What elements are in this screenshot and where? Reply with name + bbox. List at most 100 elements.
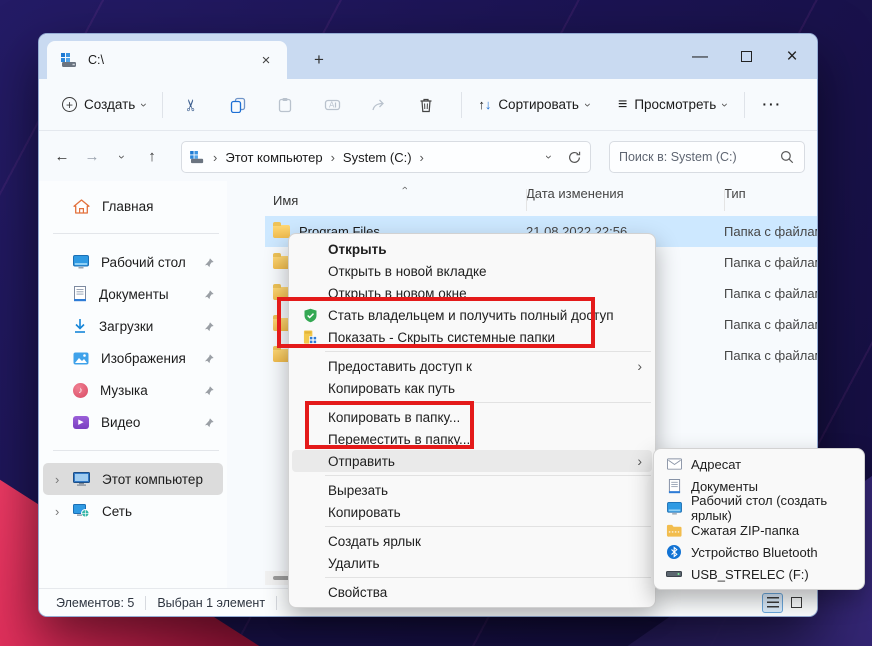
expand-chevron-icon[interactable]: ›	[55, 504, 59, 519]
toolbar-separator	[744, 91, 746, 118]
search-input[interactable]	[619, 150, 780, 164]
sort-ascending-icon: ›	[398, 186, 411, 190]
menu-item-move-to-folder[interactable]: Переместить в папку...	[292, 428, 652, 450]
sidebar-item-videos[interactable]: ▶ Видео	[43, 406, 223, 438]
menu-item-label: Адресат	[691, 456, 742, 472]
breadcrumb-separator: ›	[213, 149, 218, 165]
menu-item-label: Вырезать	[328, 482, 389, 498]
breadcrumb-separator: ›	[330, 149, 335, 165]
history-dropdown-button[interactable]: ›	[107, 148, 137, 165]
item-count: Элементов: 5	[56, 595, 135, 610]
menu-item-label: Копировать в папку...	[328, 409, 461, 425]
sort-button[interactable]: ↑↓ Сортировать ›	[469, 90, 599, 119]
submenu-item-bluetooth-device[interactable]: Устройство Bluetooth	[657, 541, 861, 563]
menu-item-send-to[interactable]: Отправить ›	[292, 450, 652, 472]
minimize-button[interactable]: —	[677, 34, 723, 79]
sidebar-item-desktop[interactable]: Рабочий стол	[43, 246, 223, 278]
address-bar[interactable]: › Этот компьютер › System (C:) › ›	[181, 141, 591, 173]
toolbar-separator	[162, 91, 164, 118]
more-options-button[interactable]: ···	[752, 90, 792, 119]
tab-title: C:\	[88, 53, 104, 67]
large-icons-view-button[interactable]	[786, 593, 807, 613]
column-header-name[interactable]: Имя ›	[265, 186, 526, 214]
sidebar-item-network[interactable]: › Сеть	[43, 495, 223, 527]
column-header-date[interactable]: Дата изменения	[526, 186, 724, 214]
menu-item-open-new-window[interactable]: Открыть в новом окне	[292, 282, 652, 304]
back-button[interactable]: ←	[47, 148, 77, 165]
view-button[interactable]: ≡ Просмотреть ›	[609, 89, 736, 121]
menu-item-copy-to-folder[interactable]: Копировать в папку...	[292, 406, 652, 428]
sidebar-item-music[interactable]: ♪ Музыка	[43, 374, 223, 406]
menu-item-label: Показать - Скрыть системные папки	[328, 329, 556, 345]
new-button[interactable]: + Создать ›	[53, 90, 155, 119]
menu-item-label: Копировать как путь	[328, 380, 456, 396]
forward-button[interactable]: →	[77, 148, 107, 165]
column-separator[interactable]	[724, 189, 725, 211]
menu-item-label: Устройство Bluetooth	[691, 544, 818, 560]
menu-item-take-ownership[interactable]: Стать владельцем и получить полный досту…	[292, 304, 652, 326]
tab-close-icon[interactable]: ×	[255, 49, 277, 71]
new-tab-button[interactable]: +	[305, 46, 333, 74]
sort-icon: ↑↓	[478, 97, 492, 112]
paste-button[interactable]	[268, 90, 302, 120]
menu-item-open[interactable]: Открыть	[292, 238, 652, 260]
menu-item-label: Переместить в папку...	[328, 431, 471, 447]
menu-separator	[325, 526, 651, 527]
trash-icon	[420, 98, 432, 112]
column-separator[interactable]	[526, 189, 527, 211]
submenu-item-zip-folder[interactable]: Сжатая ZIP-папка	[657, 519, 861, 541]
details-view-button[interactable]	[762, 592, 783, 613]
close-button[interactable]: ×	[769, 34, 815, 79]
sidebar-item-home[interactable]: Главная	[43, 191, 223, 221]
breadcrumb-system-c[interactable]: System (C:)	[343, 150, 412, 165]
pin-icon	[204, 321, 214, 331]
refresh-icon[interactable]	[567, 150, 582, 165]
submenu-item-desktop-shortcut[interactable]: Рабочий стол (создать ярлык)	[657, 493, 861, 523]
mail-icon	[666, 458, 682, 470]
sidebar-item-label: Видео	[101, 414, 141, 430]
search-box[interactable]	[609, 141, 805, 173]
copy-button[interactable]	[221, 90, 255, 120]
column-header-type[interactable]: Тип	[724, 186, 817, 214]
menu-separator	[325, 577, 651, 578]
file-type: Папка с файлами	[724, 348, 817, 363]
menu-item-delete[interactable]: Удалить	[292, 552, 652, 574]
sidebar-item-this-pc[interactable]: › Этот компьютер	[43, 463, 223, 495]
submenu-item-mail-recipient[interactable]: Адресат	[657, 453, 861, 475]
bluetooth-icon	[667, 545, 681, 559]
delete-button[interactable]	[409, 90, 443, 120]
drive-icon	[190, 150, 204, 163]
menu-item-create-shortcut[interactable]: Создать ярлык	[292, 530, 652, 552]
sidebar-item-documents[interactable]: Документы	[43, 278, 223, 310]
menu-item-copy[interactable]: Копировать	[292, 501, 652, 523]
menu-item-give-access[interactable]: Предоставить доступ к ›	[292, 355, 652, 377]
menu-item-label: Отправить	[328, 453, 395, 469]
cut-button[interactable]: ✂	[174, 88, 208, 122]
menu-item-properties[interactable]: Свойства	[292, 581, 652, 603]
menu-item-label: Свойства	[328, 584, 388, 600]
tab-c-drive[interactable]: C:\ ×	[47, 41, 287, 79]
sidebar-item-pictures[interactable]: Изображения	[43, 342, 223, 374]
navigation-pane: Главная Рабочий стол Документы Загрузки …	[39, 181, 227, 588]
sidebar-item-label: Музыка	[100, 382, 148, 398]
menu-item-copy-as-path[interactable]: Копировать как путь	[292, 377, 652, 399]
menu-item-show-hide-system-folders[interactable]: Показать - Скрыть системные папки	[292, 326, 652, 348]
menu-separator	[325, 475, 651, 476]
menu-item-open-new-tab[interactable]: Открыть в новой вкладке	[292, 260, 652, 282]
selection-count: Выбран 1 элемент	[157, 595, 266, 610]
maximize-button[interactable]	[723, 34, 769, 79]
submenu-item-usb-drive[interactable]: USB_STRELEC (F:)	[657, 563, 861, 585]
breadcrumb-this-pc[interactable]: Этот компьютер	[225, 150, 322, 165]
large-icons-view-icon	[791, 597, 802, 608]
videos-icon: ▶	[73, 415, 89, 429]
sidebar-item-downloads[interactable]: Загрузки	[43, 310, 223, 342]
maximize-icon	[740, 51, 752, 62]
up-button[interactable]: ↑	[137, 148, 167, 165]
expand-chevron-icon[interactable]: ›	[55, 472, 59, 487]
rename-button[interactable]: A	[315, 90, 349, 120]
address-dropdown-icon[interactable]: ›	[542, 155, 556, 159]
menu-separator	[325, 402, 651, 403]
tab-strip: C:\ × + — ×	[39, 34, 817, 79]
share-button[interactable]	[362, 90, 396, 120]
menu-item-cut[interactable]: Вырезать	[292, 479, 652, 501]
